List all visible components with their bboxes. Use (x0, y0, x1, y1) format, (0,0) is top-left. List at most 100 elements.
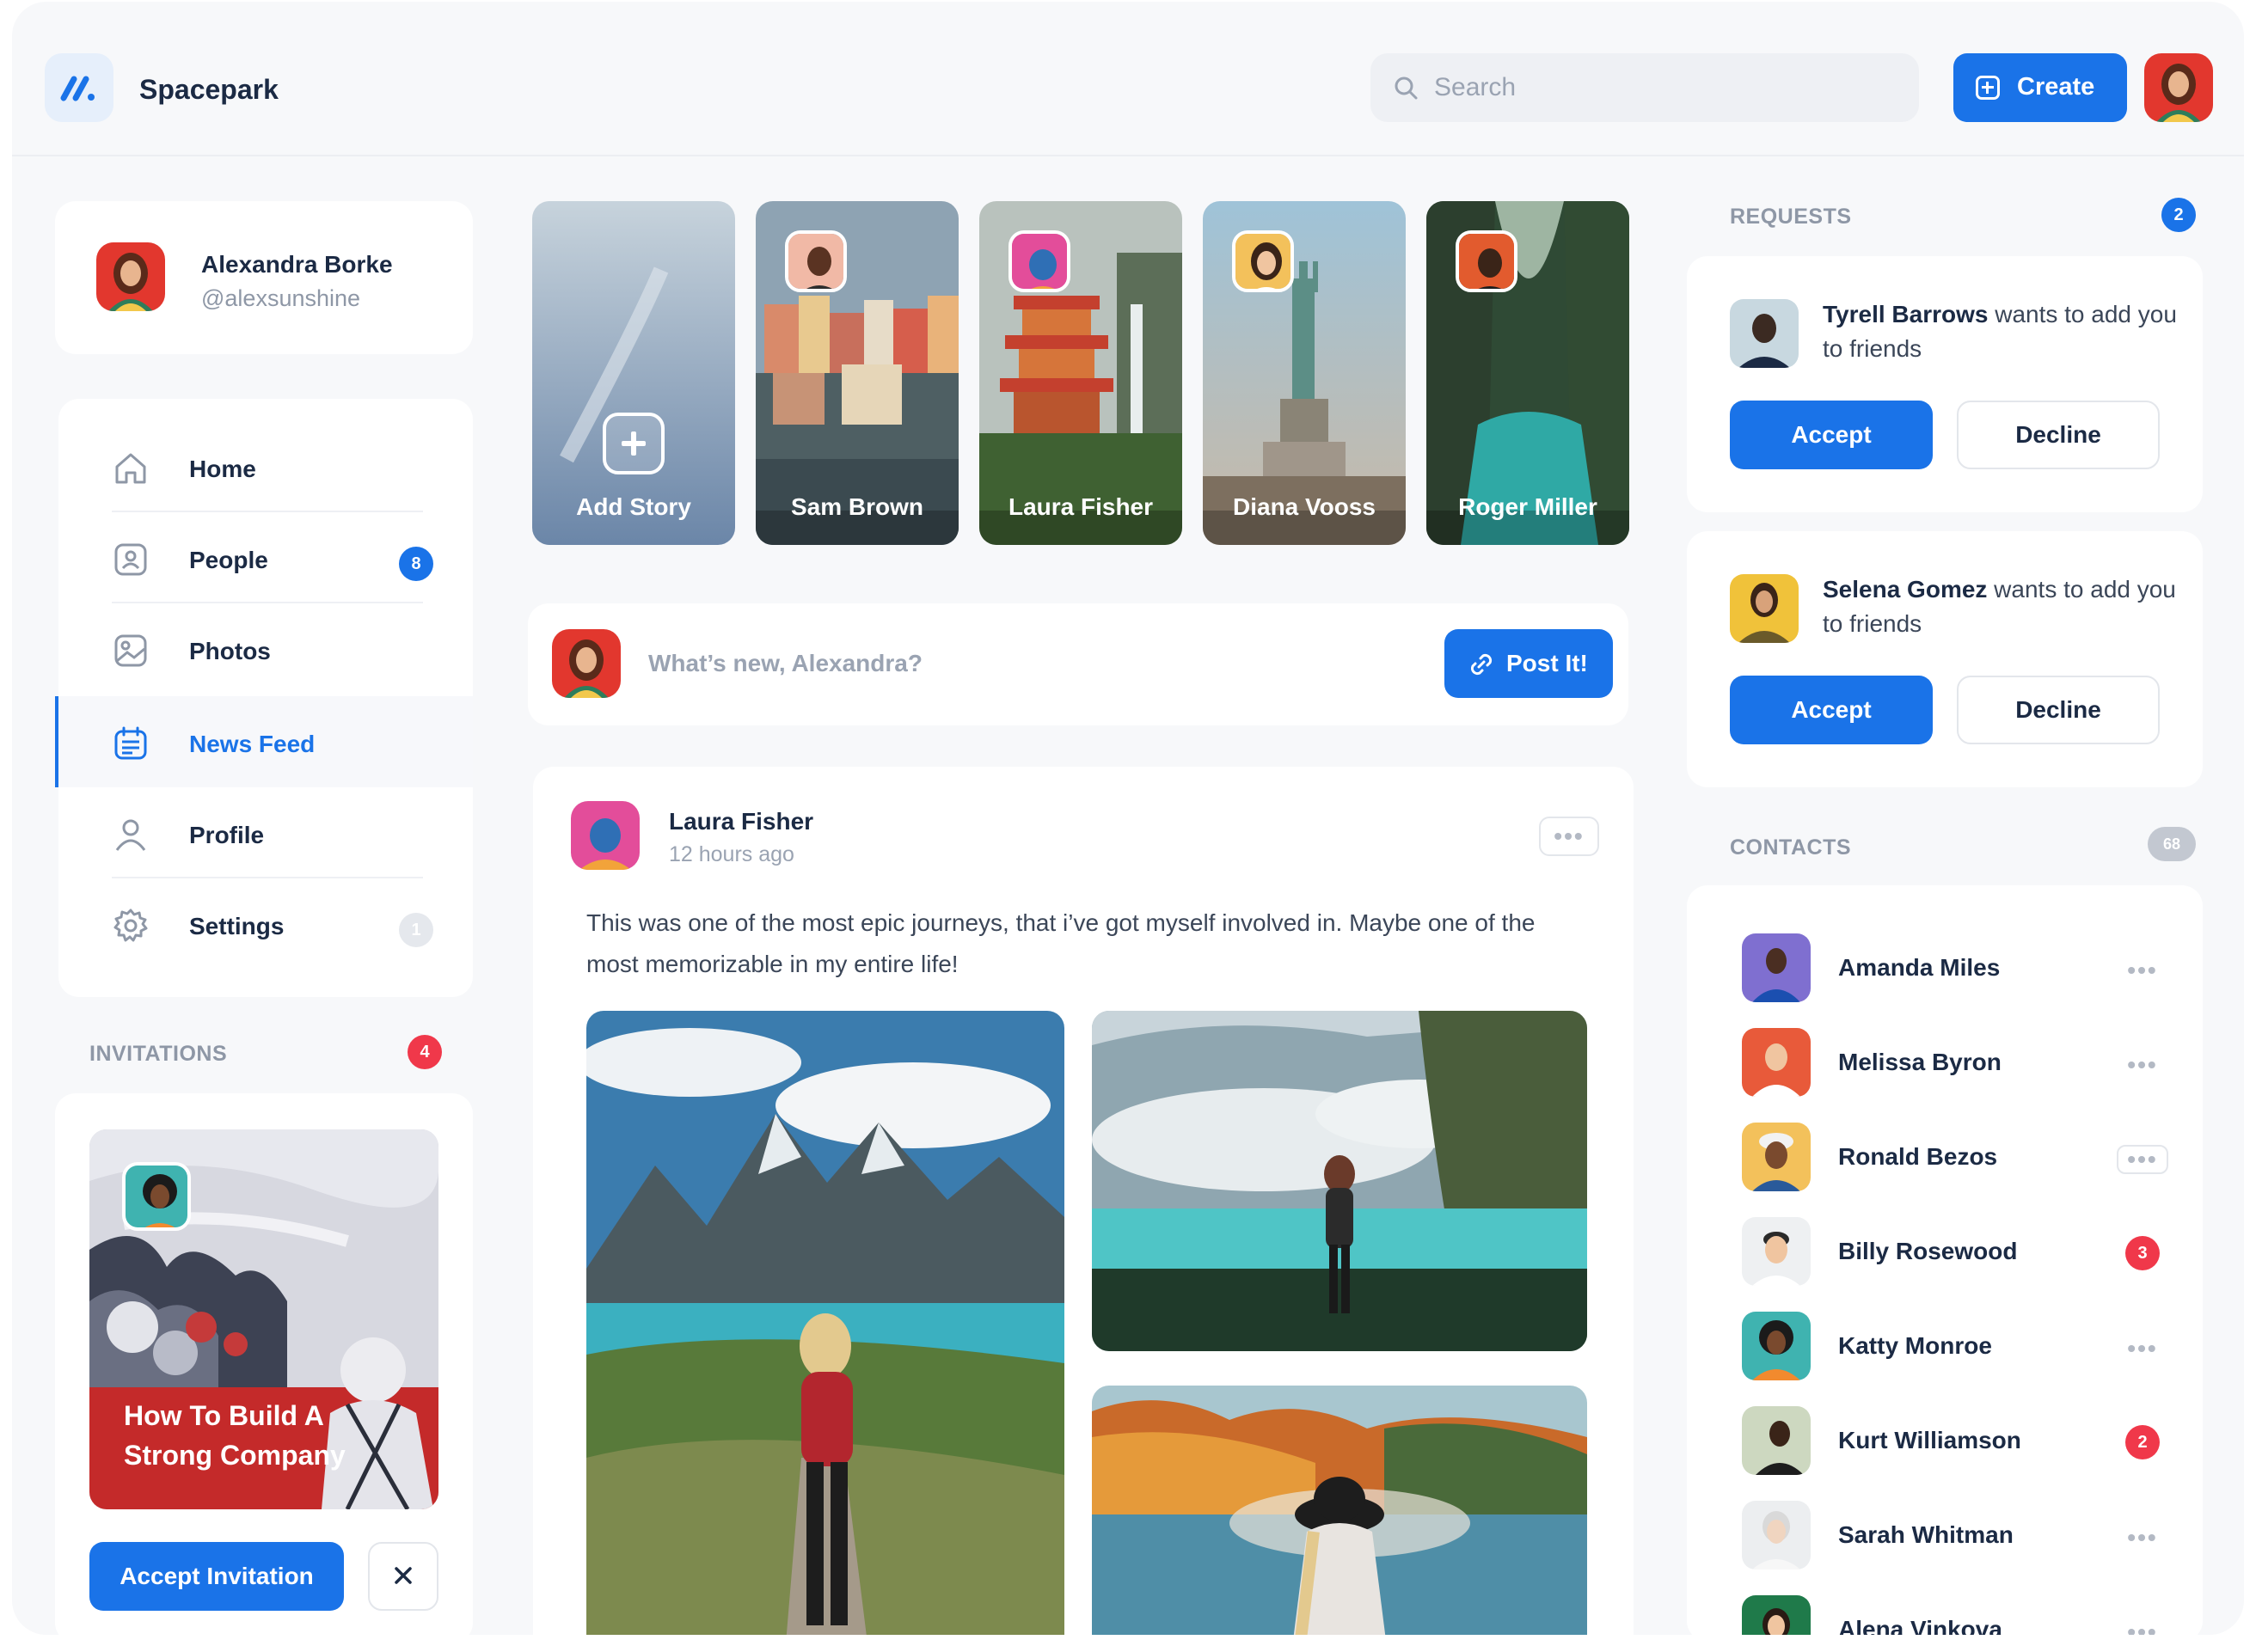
accept-request-button[interactable]: Accept (1730, 676, 1933, 744)
sidebar-item-photos[interactable]: Photos (58, 603, 473, 694)
contact-item[interactable]: Katty Monroe ••• (1687, 1291, 2203, 1386)
more-icon: ••• (2127, 957, 2158, 983)
contact-item[interactable]: Sarah Whitman ••• (1687, 1480, 2203, 1575)
profile-handle: @alexsunshine (201, 285, 361, 311)
contact-item[interactable]: Amanda Miles ••• (1687, 913, 2203, 1007)
friend-request-card: Selena Gomez wants to add you to friends… (1687, 531, 2203, 787)
post-photo[interactable] (1092, 1011, 1587, 1351)
search-bar[interactable] (1370, 53, 1919, 122)
story-avatar (1008, 230, 1070, 292)
post-author-name[interactable]: Laura Fisher (669, 808, 813, 835)
contact-options-button[interactable]: ••• (2117, 1145, 2168, 1174)
contact-item[interactable]: Billy Rosewood 3 (1687, 1196, 2203, 1291)
contact-item[interactable]: Ronald Bezos ••• (1687, 1102, 2203, 1196)
sidebar-item-news-feed[interactable]: News Feed (55, 696, 473, 787)
invitation-card: How To Build A Strong Company Accept Inv… (55, 1093, 473, 1635)
requester-avatar[interactable] (1730, 574, 1799, 643)
story-item[interactable]: Diana Vooss (1203, 201, 1406, 545)
top-bar: Spacepark Create (12, 2, 2244, 156)
contact-name: Amanda Miles (1838, 954, 2001, 981)
accept-invitation-button[interactable]: Accept Invitation (89, 1542, 344, 1611)
sidebar-item-profile[interactable]: Profile (58, 787, 473, 878)
search-icon (1395, 76, 1418, 100)
requester-name[interactable]: Selena Gomez (1823, 576, 1987, 603)
sidebar-item-label: Photos (189, 638, 271, 664)
contact-item[interactable]: Kurt Williamson 2 (1687, 1386, 2203, 1480)
photos-icon (114, 634, 147, 667)
contact-avatar (1742, 1501, 1811, 1569)
avatar (2144, 53, 2213, 122)
contact-options-button[interactable]: ••• (2117, 956, 2168, 985)
post-button-label: Post It! (1506, 650, 1588, 676)
contact-options-button[interactable]: ••• (2117, 1334, 2168, 1363)
profile-avatar (96, 242, 165, 311)
close-icon (395, 1566, 412, 1584)
composer-input[interactable] (648, 629, 1284, 698)
sidebar-item-label: Settings (189, 913, 285, 939)
post-body: This was one of the most epic journeys, … (586, 909, 1536, 977)
dismiss-invitation-button[interactable] (368, 1542, 438, 1611)
sidebar-item-settings[interactable]: Settings 1 (58, 878, 473, 970)
people-count-badge: 8 (399, 547, 433, 581)
post-photo[interactable] (586, 1011, 1064, 1635)
requester-name[interactable]: Tyrell Barrows (1823, 301, 1988, 327)
contact-avatar (1742, 1217, 1811, 1286)
calendar-icon (114, 726, 147, 760)
more-icon: ••• (2127, 1618, 2158, 1636)
story-item[interactable]: Laura Fisher (979, 201, 1182, 545)
profile-name: Alexandra Borke (201, 251, 393, 278)
contacts-title: CONTACTS (1730, 835, 1852, 860)
requester-avatar[interactable] (1730, 299, 1799, 368)
search-input[interactable] (1434, 53, 1898, 122)
home-icon (115, 453, 146, 484)
story-add[interactable]: Add Story (532, 201, 735, 545)
sidebar-item-people[interactable]: People 8 (58, 512, 473, 603)
story-avatar (1456, 230, 1517, 292)
invitation-title: How To Build A Strong Company (124, 1400, 346, 1471)
logo-icon (60, 76, 95, 101)
decline-request-button[interactable]: Decline (1957, 401, 2160, 469)
more-icon: ••• (2127, 1524, 2158, 1551)
contact-options-button[interactable]: ••• (2117, 1050, 2168, 1080)
app-window: Spacepark Create (12, 2, 2244, 1635)
user-avatar[interactable] (2144, 53, 2213, 122)
requests-title: REQUESTS (1730, 205, 1852, 229)
contact-options-button[interactable]: ••• (2117, 1618, 2168, 1636)
request-message: Selena Gomez wants to add you to friends (1823, 572, 2184, 641)
contacts-list: Amanda Miles ••• Melissa Byron ••• Ronal… (1687, 885, 2203, 1635)
contact-avatar (1742, 1028, 1811, 1097)
user-icon (115, 819, 146, 851)
sidebar-item-home[interactable]: Home (58, 421, 473, 512)
contact-avatar (1742, 1312, 1811, 1380)
post-button[interactable]: Post It! (1444, 629, 1613, 698)
logo[interactable] (45, 53, 113, 122)
contact-avatar (1742, 1123, 1811, 1191)
post-photo[interactable] (1092, 1386, 1587, 1635)
more-icon: ••• (2127, 1335, 2158, 1361)
contact-name: Ronald Bezos (1838, 1143, 1998, 1170)
add-story-icon (603, 413, 665, 474)
app-name: Spacepark (139, 74, 279, 105)
contact-avatar (1742, 933, 1811, 1002)
profile-card[interactable]: Alexandra Borke @alexsunshine (55, 201, 473, 354)
post-composer: Post It! (528, 603, 1628, 725)
decline-request-button[interactable]: Decline (1957, 676, 2160, 744)
contact-item[interactable]: Melissa Byron ••• (1687, 1007, 2203, 1102)
accept-request-button[interactable]: Accept (1730, 401, 1933, 469)
post-options-button[interactable]: ••• (1539, 817, 1599, 856)
people-icon (114, 543, 147, 576)
sidebar-nav: Home People 8 Photos News Feed Profile S… (55, 399, 473, 997)
invitation-image[interactable]: How To Build A Strong Company (89, 1129, 438, 1509)
contact-name: Kurt Williamson (1838, 1427, 2021, 1453)
create-button[interactable]: Create (1953, 53, 2127, 122)
story-item[interactable]: Roger Miller (1426, 201, 1629, 545)
post-author-avatar[interactable] (571, 801, 640, 870)
story-avatar (785, 230, 847, 292)
more-icon: ••• (2127, 1051, 2158, 1078)
contact-options-button[interactable]: ••• (2117, 1523, 2168, 1552)
story-name: Add Story (576, 493, 691, 520)
story-item[interactable]: Sam Brown (756, 201, 959, 545)
sidebar-item-label: Home (189, 456, 256, 482)
contact-item[interactable]: Alena Vinkova ••• (1687, 1575, 2203, 1635)
request-message: Tyrell Barrows wants to add you to frien… (1823, 297, 2184, 366)
